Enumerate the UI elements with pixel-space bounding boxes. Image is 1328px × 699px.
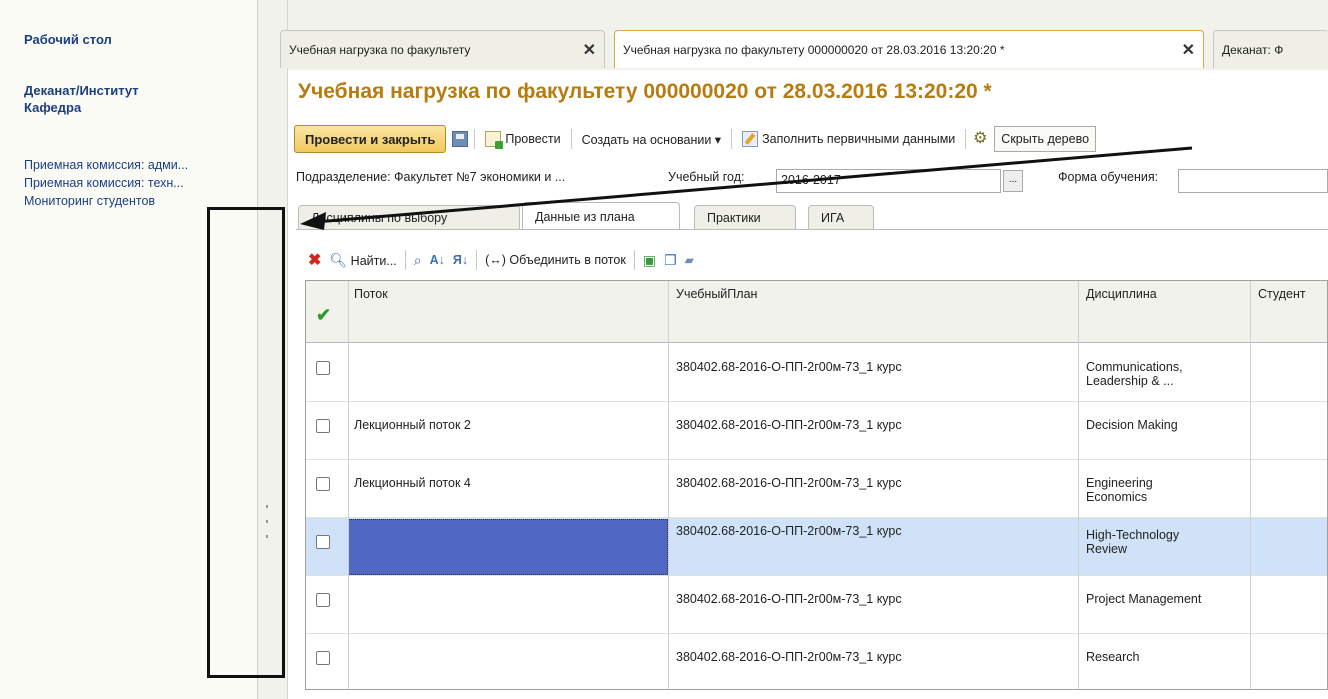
app-window: Рабочий стол Деканат/Институт Кафедра Пр… [0,0,1328,699]
annotation-arrow [300,146,1193,230]
